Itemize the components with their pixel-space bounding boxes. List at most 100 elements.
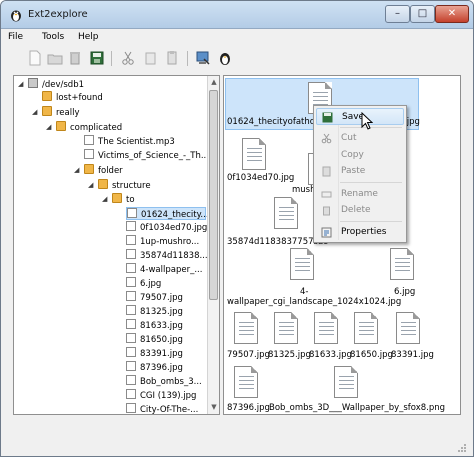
open-icon[interactable] [46,49,64,67]
file-label: 81325.jpg [268,350,311,360]
context-delete[interactable]: Delete [316,202,404,219]
tree-item-label: to [126,195,135,205]
file-item[interactable]: 81325.jpg [268,350,311,360]
tree-item-folder[interactable]: folder [84,164,123,177]
file-icon[interactable] [234,366,258,398]
file-icon [126,347,136,357]
file-label: 81633.jpg [309,350,352,360]
menu-file[interactable]: File [8,32,23,42]
file-icon[interactable] [390,248,414,280]
menu-bar: File Tools Help [1,29,473,47]
expand-arrow-icon[interactable]: ◢ [18,80,26,88]
tree-item-label: 81325.jpg [140,307,183,317]
tree-item-folder[interactable]: lost+found [42,91,103,104]
scroll-thumb[interactable] [209,90,218,300]
file-icon[interactable] [290,248,314,280]
expand-arrow-icon[interactable]: ◢ [88,181,96,189]
tree-item-file[interactable]: 4-wallpaper_... [126,263,202,276]
expand-arrow-icon[interactable]: ◢ [74,166,82,174]
tree-item-file[interactable]: The Scientist.mp3 [84,135,175,148]
tree-item-file[interactable]: 87396.jpg [126,361,183,374]
tree-item-file[interactable]: 81633.jpg [126,319,183,332]
folder-icon [42,91,52,101]
tree-item-drive[interactable]: /dev/sdb1 [28,78,84,91]
file-icon[interactable] [242,138,266,170]
resize-grip-icon[interactable] [457,443,467,453]
tree-item-file[interactable]: 81650.jpg [126,333,183,346]
file-item[interactable]: 87396.jpg [227,403,270,413]
context-rename[interactable]: Rename [316,186,404,203]
tree-item-label: Victims_of_Science_-_Th... [98,151,209,161]
file-item[interactable]: wallpaper_cgi_landscape_1024x1024.jpg [227,297,401,307]
file-item[interactable]: Bob_ombs_3D___Wallpaper_by_sfox8.png [269,403,445,413]
tree-item-file[interactable]: Victims_of_Science_-_Th... [84,149,209,162]
tree-item-folder[interactable]: to [112,193,135,206]
file-icon[interactable] [396,312,420,344]
file-item[interactable]: 83391.jpg [391,350,434,360]
tree-item-label: Bob_ombs_3... [140,377,202,387]
copy-icon[interactable] [141,49,159,67]
context-properties[interactable]: Properties [316,224,404,241]
folder-tree[interactable]: ◢ /dev/sdb1 lost+found ◢ really ◢ compli… [13,75,220,415]
title-bar[interactable]: Ext2explore – □ ✕ [1,1,473,29]
tree-item-label: 79507.jpg [140,293,183,303]
context-copy[interactable]: Copy [316,147,404,164]
context-cut[interactable]: Cut [316,130,404,147]
linux-penguin-icon[interactable] [216,49,234,67]
tree-item-label: 1up-mushro... [140,237,200,247]
expand-arrow-icon[interactable]: ◢ [32,108,40,116]
linux-penguin-icon [11,10,21,22]
save-disk-icon[interactable] [88,49,106,67]
expand-arrow-icon[interactable]: ◢ [102,195,110,203]
file-label: mush [292,185,316,195]
tree-item-file[interactable]: 0f1034ed70.jpg [126,221,207,234]
file-icon[interactable] [314,312,338,344]
tree-item-label: 81650.jpg [140,335,183,345]
file-icon[interactable] [274,312,298,344]
cut-icon[interactable] [119,49,137,67]
file-icon[interactable] [234,312,258,344]
file-item[interactable]: 81650.jpg [350,350,393,360]
file-item[interactable]: 81633.jpg [309,350,352,360]
maximize-button[interactable]: □ [410,5,435,23]
tree-item-file[interactable]: 79507.jpg [126,291,183,304]
tree-item-file[interactable]: 35874d11838... [126,249,208,262]
tree-item-label: 4-wallpaper_... [140,265,203,275]
file-item[interactable]: mush [292,185,315,195]
new-file-icon[interactable] [26,49,44,67]
computer-icon[interactable] [194,49,212,67]
file-item[interactable]: 79507.jpg [227,350,270,360]
tree-item-file[interactable]: City-Of-The-... [126,403,198,414]
scroll-down-arrow-icon[interactable]: ▼ [208,401,219,413]
tree-item-file[interactable]: 81325.jpg [126,305,183,318]
tree-item-folder[interactable]: complicated [56,121,122,134]
tree-item-file[interactable]: Bob_ombs_3... [126,375,202,388]
tree-item-file-selected[interactable]: 01624_thecity... [126,207,209,220]
file-icon[interactable] [354,312,378,344]
file-item[interactable]: 6.jpg [394,287,415,297]
file-icon [126,333,136,343]
file-item-selected[interactable]: 01624_thecityofathous [227,117,325,127]
tree-item-file[interactable]: 83391.jpg [126,347,183,360]
file-item[interactable]: 0f1034ed70.jpg [227,173,294,183]
paste-icon[interactable] [163,49,181,67]
file-item[interactable]: 4- [300,287,308,297]
tree-item-file[interactable]: CGI (139).jpg [126,389,196,402]
tree-item-file[interactable]: 1up-mushro... [126,235,199,248]
context-save[interactable]: Save [316,108,404,125]
expand-arrow-icon[interactable]: ◢ [46,123,54,131]
delete-icon[interactable] [66,49,84,67]
tree-scrollbar[interactable]: ▲ ▼ [207,76,219,414]
file-icon[interactable] [334,366,358,398]
save-disk-icon [322,112,333,123]
minimize-button[interactable]: – [385,5,410,23]
tree-item-folder[interactable]: structure [98,179,151,192]
close-button[interactable]: ✕ [435,5,469,23]
scroll-up-arrow-icon[interactable]: ▲ [208,76,219,88]
tree-item-folder[interactable]: really [42,106,80,119]
menu-help[interactable]: Help [78,32,99,42]
context-paste[interactable]: Paste [316,163,404,180]
menu-tools[interactable]: Tools [42,32,64,42]
file-icon[interactable] [274,197,298,229]
tree-item-file[interactable]: 6.jpg [126,277,161,290]
